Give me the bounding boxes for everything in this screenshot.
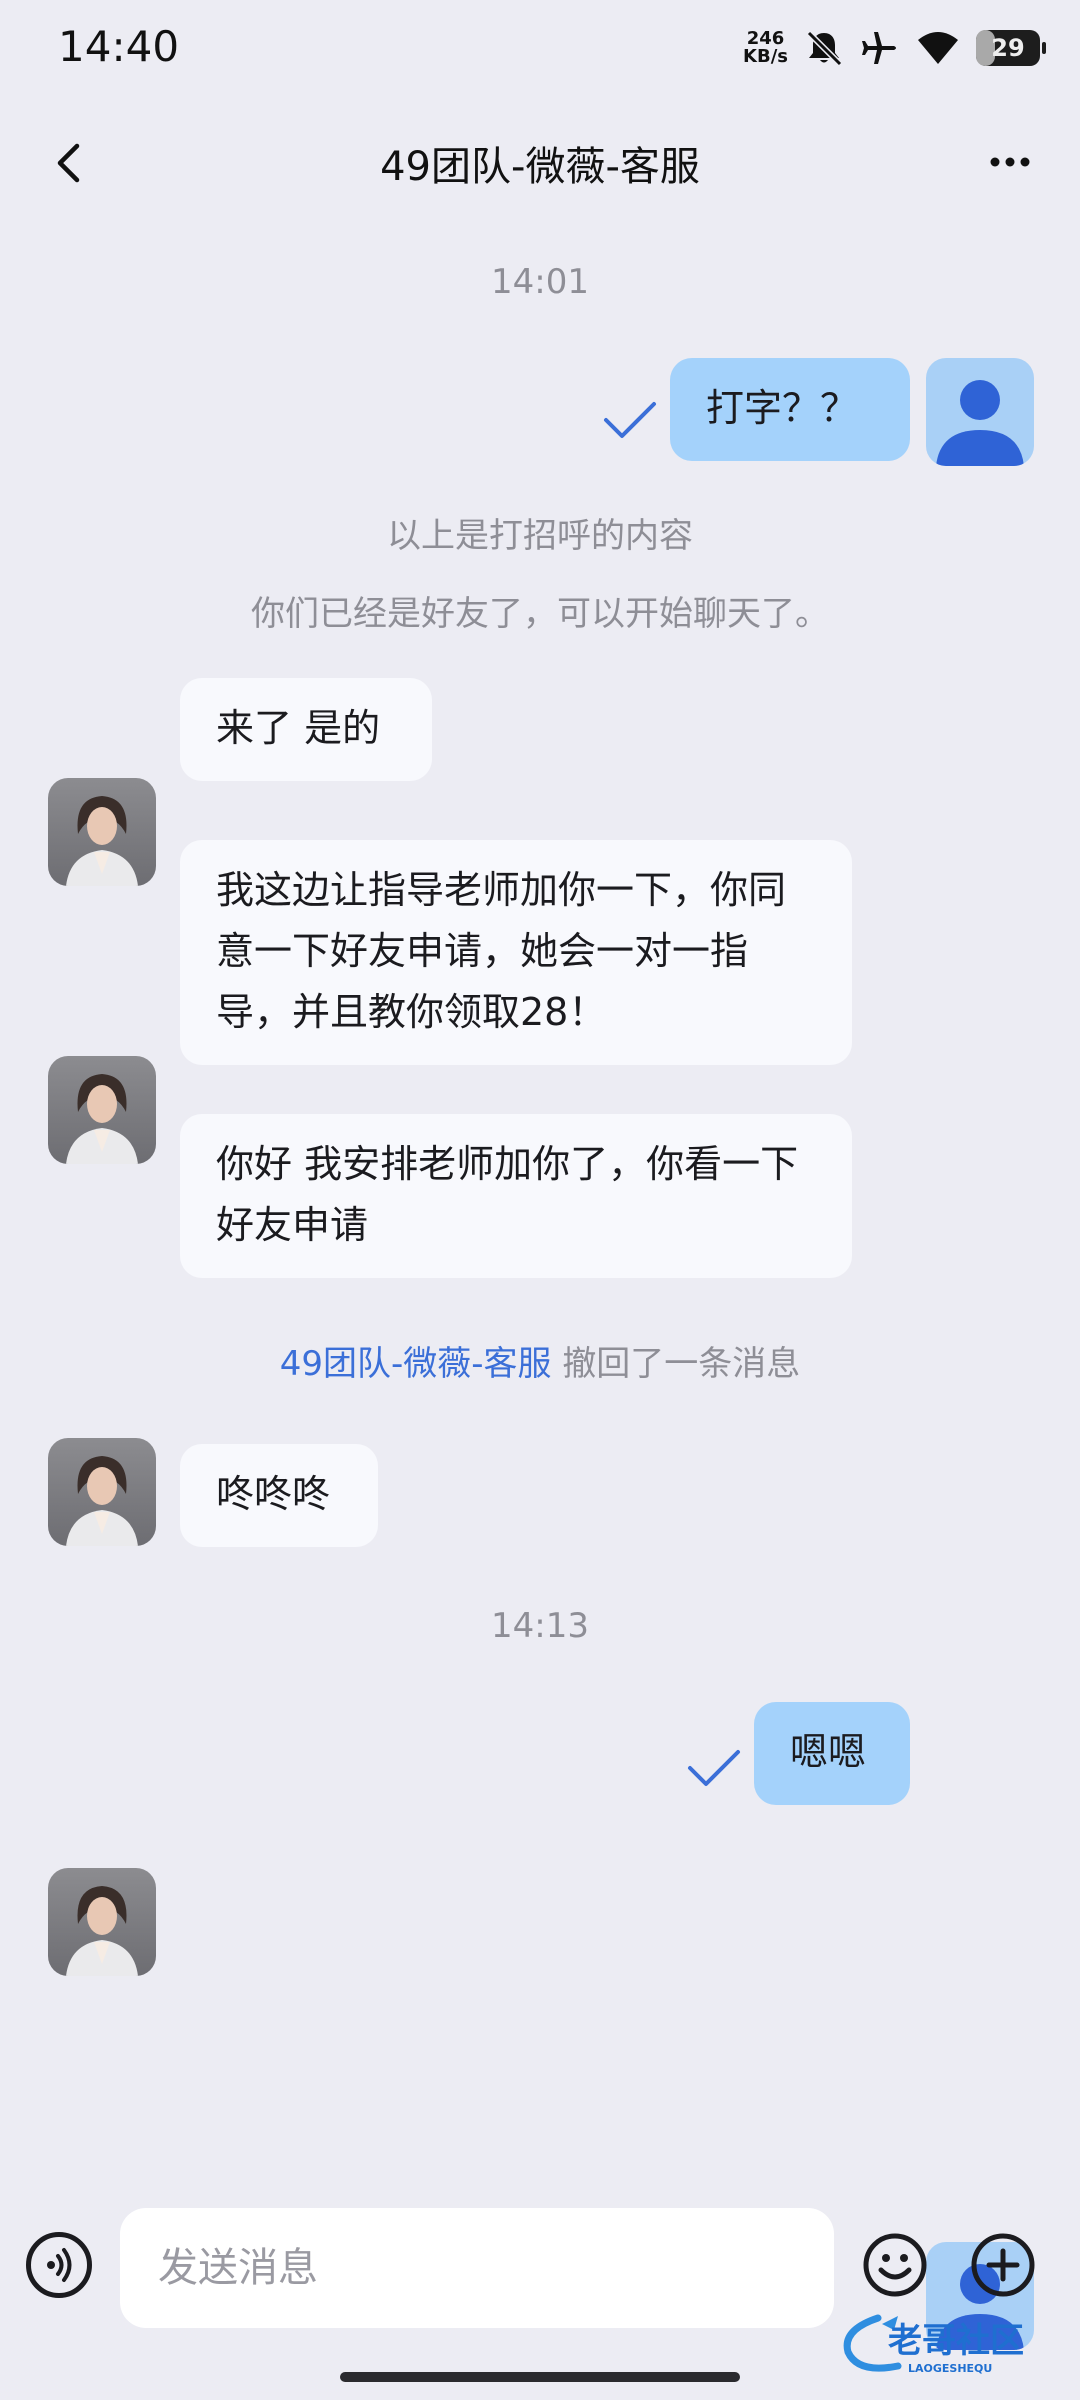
system-notice: 以上是打招呼的内容 — [387, 516, 693, 556]
status-time: 14:40 — [58, 22, 180, 71]
woman-portrait-icon — [66, 1074, 138, 1164]
message-bubble-incoming[interactable]: 来了 是的 — [180, 678, 432, 781]
contact-avatar[interactable] — [48, 778, 156, 886]
mute-bell-icon — [806, 30, 843, 67]
home-indicator[interactable] — [340, 2372, 740, 2382]
status-icons: 246 KB/s 29 — [743, 28, 1046, 68]
time-separator: 14:01 — [491, 262, 589, 302]
voice-icon — [47, 2248, 72, 2282]
more-button[interactable] — [980, 140, 1040, 184]
battery-level: 29 — [991, 34, 1025, 62]
message-bubble-outgoing[interactable]: 打字？？ — [670, 358, 910, 461]
woman-portrait-icon — [66, 796, 138, 886]
system-notice: 你们已经是好友了，可以开始聊天了。 — [251, 594, 829, 634]
message-bubble-incoming[interactable]: 我这边让指导老师加你一下，你同意一下好友申请，她会一对一指导，并且教你领取28！ — [180, 840, 852, 1065]
recall-notice: 49团队-微薇-客服 撤回了一条消息 — [0, 1336, 1080, 1385]
wifi-icon — [918, 32, 958, 64]
watermark-sub: LAOGESHEQU — [908, 2362, 992, 2375]
recall-text: 撤回了一条消息 — [562, 1344, 801, 1384]
contact-avatar[interactable] — [48, 1868, 156, 1976]
my-avatar[interactable] — [926, 358, 1034, 466]
battery-icon: 29 — [976, 30, 1046, 66]
user-icon — [936, 380, 1024, 466]
sent-check-icon — [604, 402, 656, 438]
more-dots-icon — [990, 157, 1030, 167]
watermark-logo: 老哥社区 LAOGESHEQU — [843, 2314, 1024, 2375]
chat-title: 49团队-微薇-客服 — [380, 144, 700, 190]
message-input-box[interactable] — [120, 2208, 834, 2328]
contact-avatar[interactable] — [48, 1438, 156, 1546]
woman-portrait-icon — [66, 1886, 138, 1976]
sent-check-icon — [688, 1750, 740, 1786]
airplane-icon — [862, 32, 896, 64]
message-bubble-incoming[interactable]: 咚咚咚 — [180, 1444, 378, 1547]
net-speed: 246 KB/s — [743, 30, 788, 66]
message-bubble-incoming[interactable]: 你好 我安排老师加你了，你看一下好友申请 — [180, 1114, 852, 1278]
message-input[interactable] — [156, 2244, 798, 2292]
net-speed-unit: KB/s — [743, 46, 788, 67]
time-separator: 14:13 — [491, 1606, 589, 1646]
add-icon[interactable] — [970, 2232, 1036, 2298]
message-bubble-outgoing[interactable]: 嗯嗯 — [754, 1702, 910, 1805]
woman-portrait-icon — [66, 1456, 138, 1546]
voice-button[interactable] — [26, 2232, 92, 2298]
recall-sender-link[interactable]: 49团队-微薇-客服 — [280, 1344, 552, 1384]
watermark-text: 老哥社区 — [888, 2321, 1024, 2361]
contact-avatar[interactable] — [48, 1056, 156, 1164]
emoji-icon[interactable] — [862, 2232, 928, 2298]
